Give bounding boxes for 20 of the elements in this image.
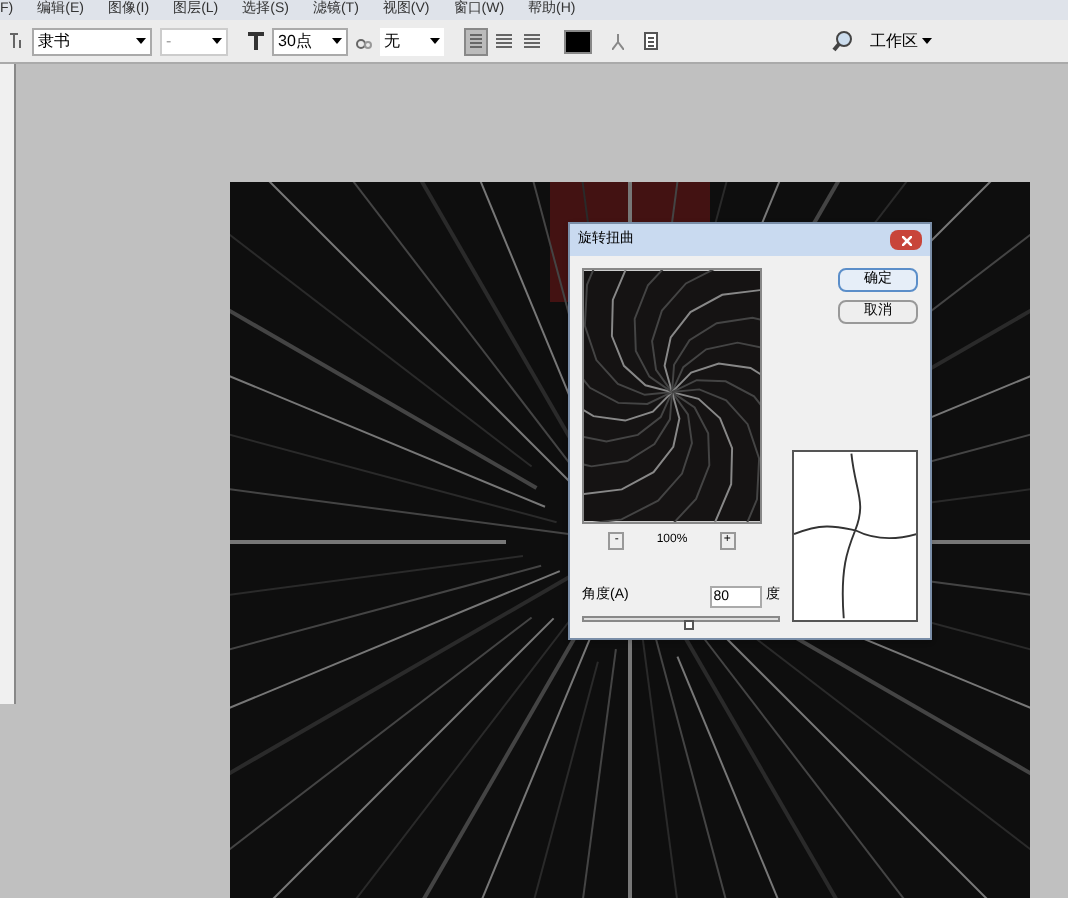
font-size-select[interactable]: 30点 xyxy=(272,27,348,55)
caret-icon xyxy=(212,38,222,44)
warp-text-icon[interactable] xyxy=(612,33,624,49)
search-icon[interactable] xyxy=(832,30,854,52)
document-icon[interactable] xyxy=(644,32,658,50)
antialias-select[interactable]: 无 xyxy=(380,27,444,55)
antialias-icon xyxy=(356,33,372,49)
font-size-icon xyxy=(248,32,264,50)
align-left-icon[interactable] xyxy=(464,27,488,55)
text-orientation-icon[interactable] xyxy=(8,32,24,50)
caret-icon xyxy=(332,38,342,44)
workspace-button[interactable]: 工作区 xyxy=(862,29,940,53)
font-family-select[interactable]: 隶书 xyxy=(32,27,152,55)
caret-icon xyxy=(136,38,146,44)
close-icon xyxy=(901,235,911,245)
close-button[interactable] xyxy=(890,230,922,250)
caret-icon xyxy=(922,38,932,44)
slider-thumb[interactable] xyxy=(684,620,695,630)
caret-icon xyxy=(430,38,440,44)
text-color-swatch[interactable] xyxy=(564,29,592,53)
